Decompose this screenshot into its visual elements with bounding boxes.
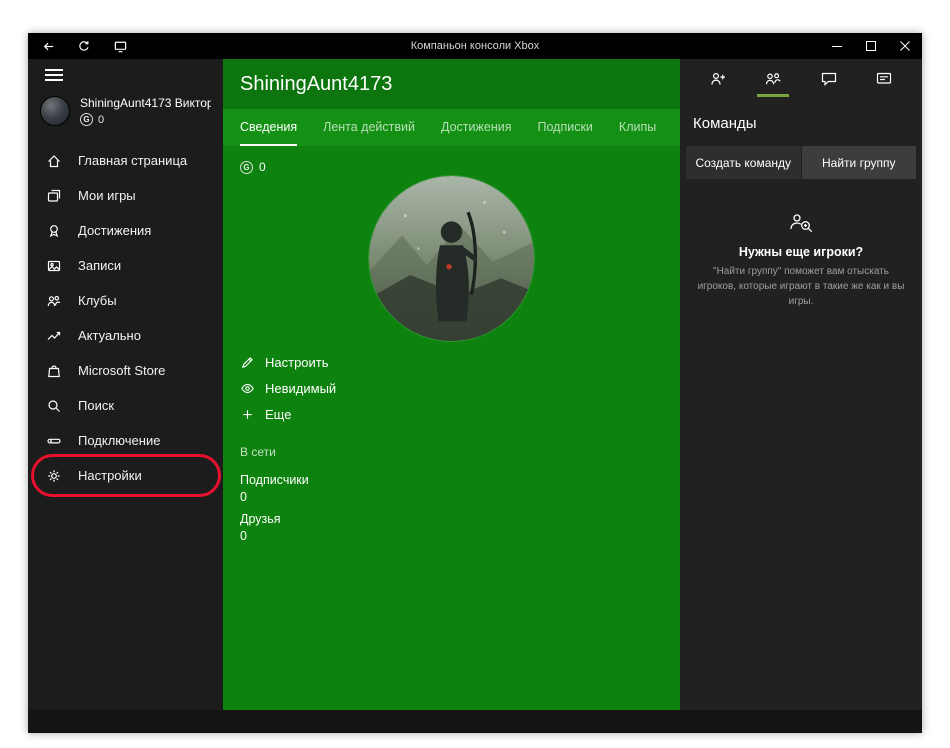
- tab-details[interactable]: Сведения: [240, 109, 298, 146]
- sidebar-item-label: Поиск: [78, 398, 115, 413]
- plus-icon: [240, 407, 255, 422]
- profile-picture[interactable]: [369, 176, 534, 341]
- sidebar-item-label: Microsoft Store: [78, 363, 166, 378]
- menu-toggle-icon[interactable]: [45, 69, 63, 81]
- games-icon: [46, 188, 62, 204]
- sidebar-item-my-games[interactable]: Мои игры: [28, 178, 223, 213]
- gamertag: ShiningAunt4173: [240, 72, 393, 95]
- bottom-bar: [28, 710, 922, 733]
- stat-value: 0: [240, 529, 247, 543]
- eye-icon: [240, 381, 255, 396]
- stat-label: Подписчики: [240, 473, 309, 487]
- window-controls: [762, 33, 922, 59]
- activity-feed-icon[interactable]: [866, 59, 902, 99]
- sidebar-item-trending[interactable]: Актуально: [28, 318, 223, 353]
- captures-icon: [46, 258, 62, 274]
- titlebar-nav: [28, 38, 188, 54]
- sidebar: ShiningAunt4173 Виктор... G 0 Главная ст…: [28, 59, 223, 710]
- tab-activity-feed[interactable]: Лента действий: [323, 109, 415, 146]
- pencil-icon: [240, 355, 255, 370]
- gamerscore-value: 0: [98, 113, 105, 126]
- desktop-background: Компаньон консоли Xbox ShiningAunt4173 В…: [0, 0, 950, 748]
- social-panel: Команды Создать команду Найти группу Нуж…: [680, 59, 922, 710]
- followers-stat: Подписчики 0: [240, 473, 663, 504]
- profile-gamerscore: G 0: [80, 113, 211, 126]
- find-group-button[interactable]: Найти группу: [801, 146, 916, 179]
- empty-state-description: "Найти группу" поможет вам отыскать игро…: [697, 266, 905, 307]
- refresh-icon[interactable]: [76, 38, 92, 54]
- profile-actions: Настроить Невидимый Еще: [240, 349, 663, 427]
- xbox-companion-window: Компаньон консоли Xbox ShiningAunt4173 В…: [28, 33, 922, 733]
- home-icon: [46, 153, 62, 169]
- add-friend-icon[interactable]: [700, 59, 736, 99]
- store-icon: [46, 363, 62, 379]
- friends-stat: Друзья 0: [240, 512, 663, 543]
- sidebar-item-label: Подключение: [78, 433, 161, 448]
- stat-value: 0: [240, 490, 247, 504]
- empty-state-title: Нужны еще игроки?: [738, 245, 864, 259]
- titlebar: Компаньон консоли Xbox: [28, 33, 922, 59]
- action-label: Еще: [265, 406, 292, 422]
- settings-icon: [46, 468, 62, 484]
- sidebar-item-achievements[interactable]: Достижения: [28, 213, 223, 248]
- close-icon[interactable]: [888, 33, 922, 59]
- minimize-icon[interactable]: [820, 33, 854, 59]
- profile-text: ShiningAunt4173 Виктор... G 0: [80, 96, 211, 126]
- achievements-icon: [46, 223, 62, 239]
- social-tabs: Создать команду Найти группу: [686, 146, 916, 179]
- teams-icon[interactable]: [755, 59, 791, 99]
- search-icon: [46, 398, 62, 414]
- connection-icon: [46, 433, 62, 449]
- action-label: Настроить: [265, 354, 329, 370]
- clubs-icon: [46, 293, 62, 309]
- more-button[interactable]: Еще: [240, 401, 291, 427]
- sidebar-item-label: Клубы: [78, 293, 117, 308]
- profile-body: G 0 Настроить Невидимый Еще В сети Подпи…: [223, 146, 680, 710]
- tab-clips[interactable]: Клипы: [619, 109, 656, 146]
- sidebar-item-label: Мои игры: [78, 188, 136, 203]
- app-content: ShiningAunt4173 Виктор... G 0 Главная ст…: [28, 59, 922, 710]
- sidebar-item-label: Настройки: [78, 468, 142, 483]
- empty-state: Нужны еще игроки? "Найти группу" поможет…: [680, 209, 922, 309]
- create-team-button[interactable]: Создать команду: [686, 146, 801, 179]
- sidebar-menu: Главная страница Мои игры Достижения Зап…: [28, 143, 223, 497]
- messages-icon[interactable]: [811, 59, 847, 99]
- sidebar-item-label: Главная страница: [78, 153, 188, 168]
- gamerscore-icon: G: [80, 113, 93, 126]
- social-title: Команды: [693, 115, 757, 132]
- profile-tabs: Сведения Лента действий Достижения Подпи…: [223, 109, 680, 146]
- profile-header: ShiningAunt4173: [223, 59, 680, 109]
- sidebar-profile[interactable]: ShiningAunt4173 Виктор... G 0: [28, 91, 223, 131]
- sidebar-item-store[interactable]: Microsoft Store: [28, 353, 223, 388]
- profile-panel: ShiningAunt4173 Сведения Лента действий …: [223, 59, 680, 710]
- window-title: Компаньон консоли Xbox: [410, 40, 540, 52]
- connect-device-icon[interactable]: [112, 38, 128, 54]
- sidebar-item-label: Записи: [78, 258, 122, 273]
- action-label: Невидимый: [265, 380, 337, 396]
- invisible-button[interactable]: Невидимый: [240, 375, 336, 401]
- sidebar-item-clubs[interactable]: Клубы: [28, 283, 223, 318]
- profile-name: ShiningAunt4173 Виктор...: [80, 96, 211, 110]
- sidebar-item-home[interactable]: Главная страница: [28, 143, 223, 178]
- sidebar-item-connection[interactable]: Подключение: [28, 423, 223, 458]
- sidebar-item-settings[interactable]: Настройки: [28, 458, 223, 493]
- social-icon-bar: [680, 59, 922, 99]
- customize-button[interactable]: Настроить: [240, 349, 329, 375]
- sidebar-item-label: Достижения: [78, 223, 152, 238]
- gamerscore-value: 0: [259, 160, 266, 174]
- sidebar-item-captures[interactable]: Записи: [28, 248, 223, 283]
- back-icon[interactable]: [40, 38, 56, 54]
- tab-followers[interactable]: Подписки: [537, 109, 592, 146]
- online-status: В сети: [240, 445, 276, 459]
- find-group-icon: [696, 209, 906, 237]
- trending-icon: [46, 328, 62, 344]
- sidebar-item-label: Актуально: [78, 328, 141, 343]
- gamerscore-row: G 0: [240, 160, 663, 174]
- maximize-icon[interactable]: [854, 33, 888, 59]
- avatar: [40, 96, 70, 126]
- tab-achievements[interactable]: Достижения: [441, 109, 511, 146]
- sidebar-item-search[interactable]: Поиск: [28, 388, 223, 423]
- stat-label: Друзья: [240, 512, 281, 526]
- gamerscore-icon: G: [240, 160, 253, 174]
